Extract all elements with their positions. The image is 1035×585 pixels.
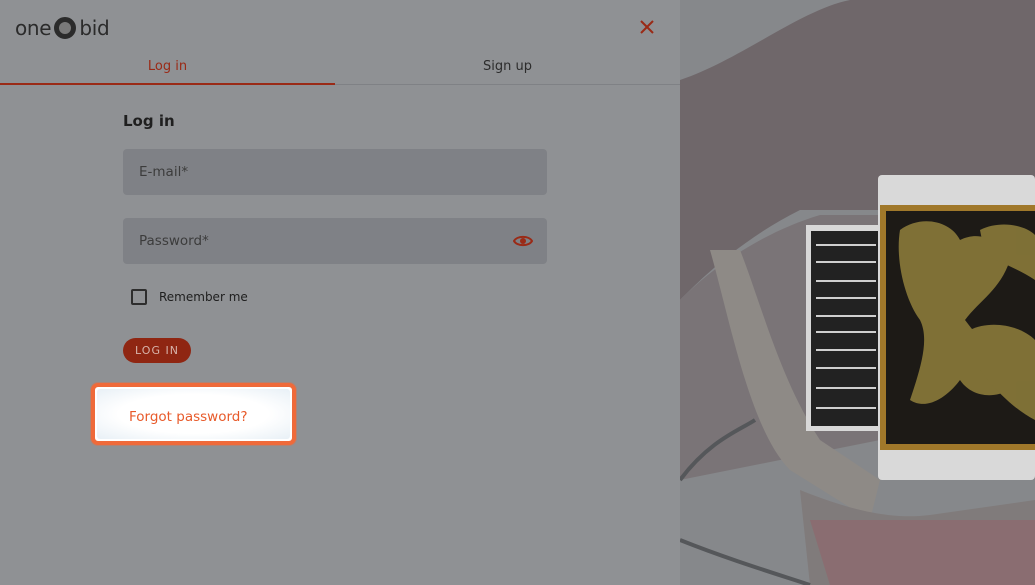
email-field[interactable]: E-mail* [123, 149, 547, 195]
close-icon[interactable] [636, 16, 658, 38]
brand-logo[interactable]: one bid [15, 15, 110, 41]
password-field[interactable]: Password* [123, 218, 547, 264]
login-panel: one bid Log in Sign up Log in E-mail* Pa… [0, 0, 680, 585]
remember-me-label: Remember me [159, 290, 248, 304]
forgot-password-link[interactable]: Forgot password? [129, 409, 248, 425]
remember-me-checkbox[interactable] [131, 289, 147, 305]
forgot-password-highlight: Forgot password? [91, 383, 296, 445]
onebid-logo-icon [54, 17, 77, 39]
log-in-button[interactable]: LOG IN [123, 338, 191, 363]
auth-tabs: Log in Sign up [0, 52, 680, 85]
promo-image [680, 0, 1035, 585]
tab-log-in[interactable]: Log in [0, 52, 335, 85]
login-dialog: one bid Log in Sign up Log in E-mail* Pa… [0, 0, 1035, 585]
password-placeholder: Password* [139, 233, 209, 249]
email-placeholder: E-mail* [139, 164, 189, 180]
tab-sign-up[interactable]: Sign up [335, 52, 680, 85]
form-title: Log in [123, 112, 175, 130]
brand-text-left: one [15, 16, 52, 40]
eye-icon[interactable] [512, 233, 534, 249]
remember-me-option[interactable]: Remember me [131, 289, 248, 305]
brand-text-right: bid [79, 16, 110, 40]
